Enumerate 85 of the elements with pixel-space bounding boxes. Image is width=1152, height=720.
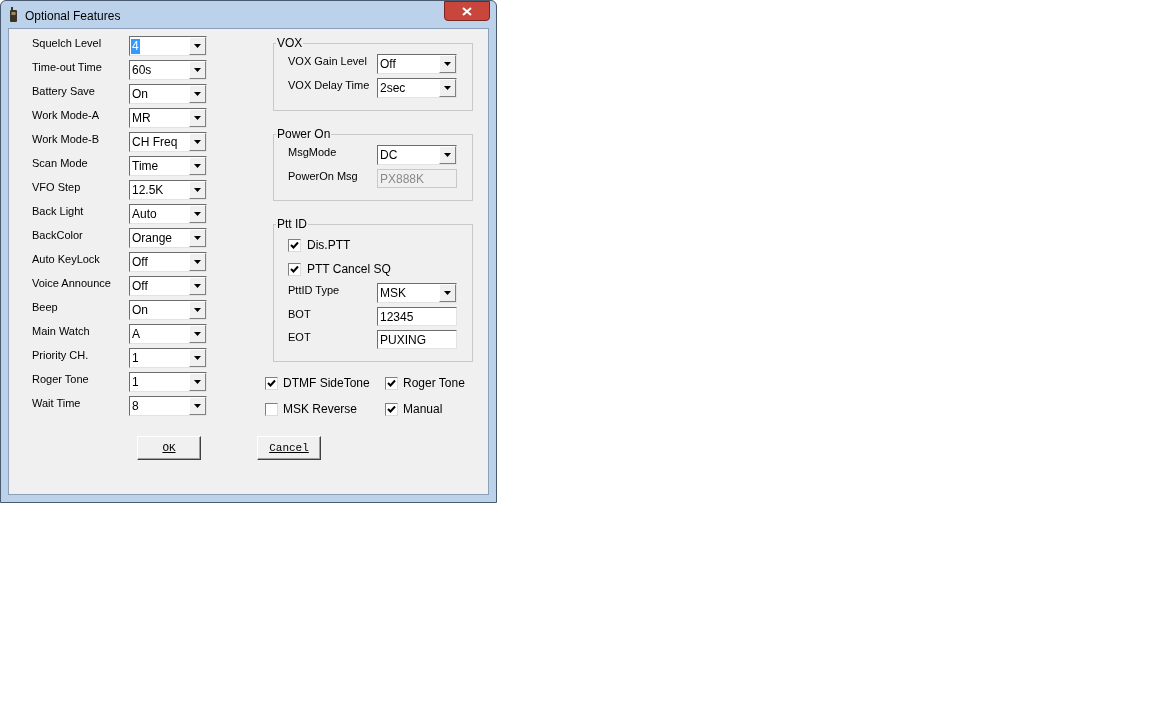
dropdown-value: Time [131,158,160,174]
dropdown-value: MSK [379,285,407,301]
setting-label: Scan Mode [32,156,89,171]
dialog-button[interactable]: Cancel [257,436,321,460]
setting-label: VFO Step [32,180,82,195]
close-icon [462,6,472,16]
field-label: EOT [288,330,312,345]
field-label: VOX Delay Time [288,78,371,93]
dropdown-field[interactable]: 60s [129,60,207,80]
text-field[interactable]: PUXING [377,330,457,349]
close-button[interactable] [444,1,490,21]
dropdown-value: 8 [131,398,140,414]
setting-label: Auto KeyLock [32,252,101,267]
setting-label: Squelch Level [32,36,103,51]
checkbox[interactable] [385,376,398,390]
dropdown-field[interactable]: Orange [129,228,207,248]
checkbox-label: Manual [403,401,443,418]
group-title: Ptt ID [276,217,308,231]
dropdown-field[interactable]: 2sec [377,78,457,98]
dropdown-field[interactable]: MR [129,108,207,128]
text-field[interactable]: 12345 [377,307,457,326]
dropdown-value: Auto [131,206,158,222]
dropdown-field[interactable]: DC [377,145,457,165]
group-title: VOX [276,36,304,50]
dropdown-value: 12.5K [131,182,165,198]
dropdown-field[interactable]: Off [129,276,207,296]
checkbox-label: MSK Reverse [283,401,358,418]
dropdown-value: Orange [131,230,174,246]
field-label: VOX Gain Level [288,54,368,69]
dropdown-value: DC [379,147,399,163]
setting-label: BackColor [32,228,84,243]
dropdown-field[interactable]: Off [377,54,457,74]
dropdown-value: On [131,86,149,102]
checkbox-label: DTMF SideTone [283,375,370,392]
dropdown-field[interactable]: On [129,300,207,320]
dropdown-field[interactable]: MSK [377,283,457,303]
dropdown-value: Off [131,278,149,294]
dropdown-field[interactable]: 8 [129,396,207,416]
setting-label: Work Mode-B [32,132,101,147]
dropdown-field[interactable]: 1 [129,348,207,368]
dropdown-field[interactable]: Off [129,252,207,272]
dropdown-value: 60s [131,62,153,78]
dropdown-value: Off [379,56,397,72]
dropdown-value: CH Freq [131,134,179,150]
dropdown-value: MR [131,110,152,126]
checkbox[interactable] [288,238,301,252]
dropdown-value: 4 [131,38,140,54]
dropdown-value: 1 [131,350,140,366]
group-title: Power On [276,127,332,141]
setting-label: Beep [32,300,59,315]
field-label: PttID Type [288,283,341,298]
checkbox-label: Roger Tone [403,375,465,392]
setting-label: Work Mode-A [32,108,101,123]
dropdown-field[interactable]: A [129,324,207,344]
dropdown-value: 1 [131,374,140,390]
dropdown-field[interactable]: On [129,84,207,104]
setting-label: Roger Tone [32,372,90,387]
checkbox[interactable] [265,402,278,416]
checkbox-label: PTT Cancel SQ [307,261,391,278]
setting-label: Wait Time [32,396,82,411]
checkbox[interactable] [385,402,398,416]
window-title: Optional Features [25,8,121,25]
field-label: MsgMode [288,145,338,160]
dialog-button[interactable]: OK [137,436,201,460]
setting-label: Back Light [32,204,85,219]
dropdown-field[interactable]: 12.5K [129,180,207,200]
dropdown-value: A [131,326,141,342]
checkbox-label: Dis.PTT [307,237,351,254]
dropdown-field[interactable]: Time [129,156,207,176]
checkbox[interactable] [265,376,278,390]
field-label: BOT [288,307,312,322]
setting-label: Time-out Time [32,60,103,75]
setting-label: Battery Save [32,84,96,99]
dropdown-value: On [131,302,149,318]
dropdown-field[interactable]: 1 [129,372,207,392]
setting-label: Voice Announce [32,276,112,291]
dropdown-value: Off [131,254,149,270]
checkbox[interactable] [288,262,301,276]
dropdown-value: 2sec [379,80,407,96]
dropdown-field[interactable]: Auto [129,204,207,224]
dropdown-field[interactable]: CH Freq [129,132,207,152]
setting-label: Main Watch [32,324,91,339]
field-label: PowerOn Msg [288,169,359,184]
setting-label: Priority CH. [32,348,90,363]
radio-icon [9,7,18,22]
